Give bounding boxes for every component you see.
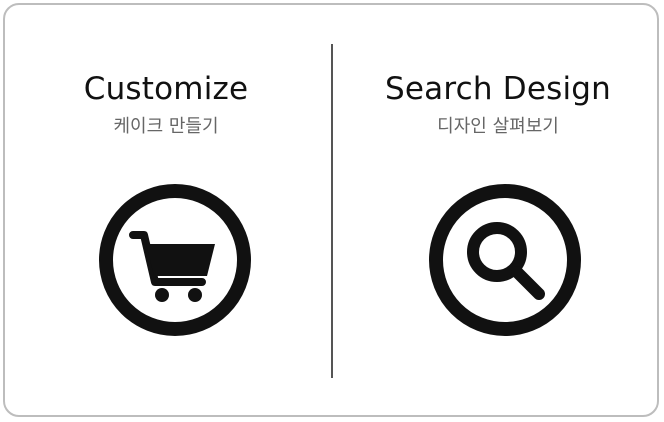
customize-title: Customize (83, 71, 249, 107)
search-design-subtitle: 디자인 살펴보기 (437, 116, 559, 137)
customize-option[interactable]: Customize 케이크 만들기 (0, 0, 332, 420)
search-design-title: Search Design (385, 71, 611, 107)
customize-subtitle: 케이크 만들기 (113, 116, 219, 137)
shopping-cart-icon (99, 184, 251, 336)
search-icon (429, 184, 581, 336)
search-design-option[interactable]: Search Design 디자인 살펴보기 (332, 0, 664, 420)
